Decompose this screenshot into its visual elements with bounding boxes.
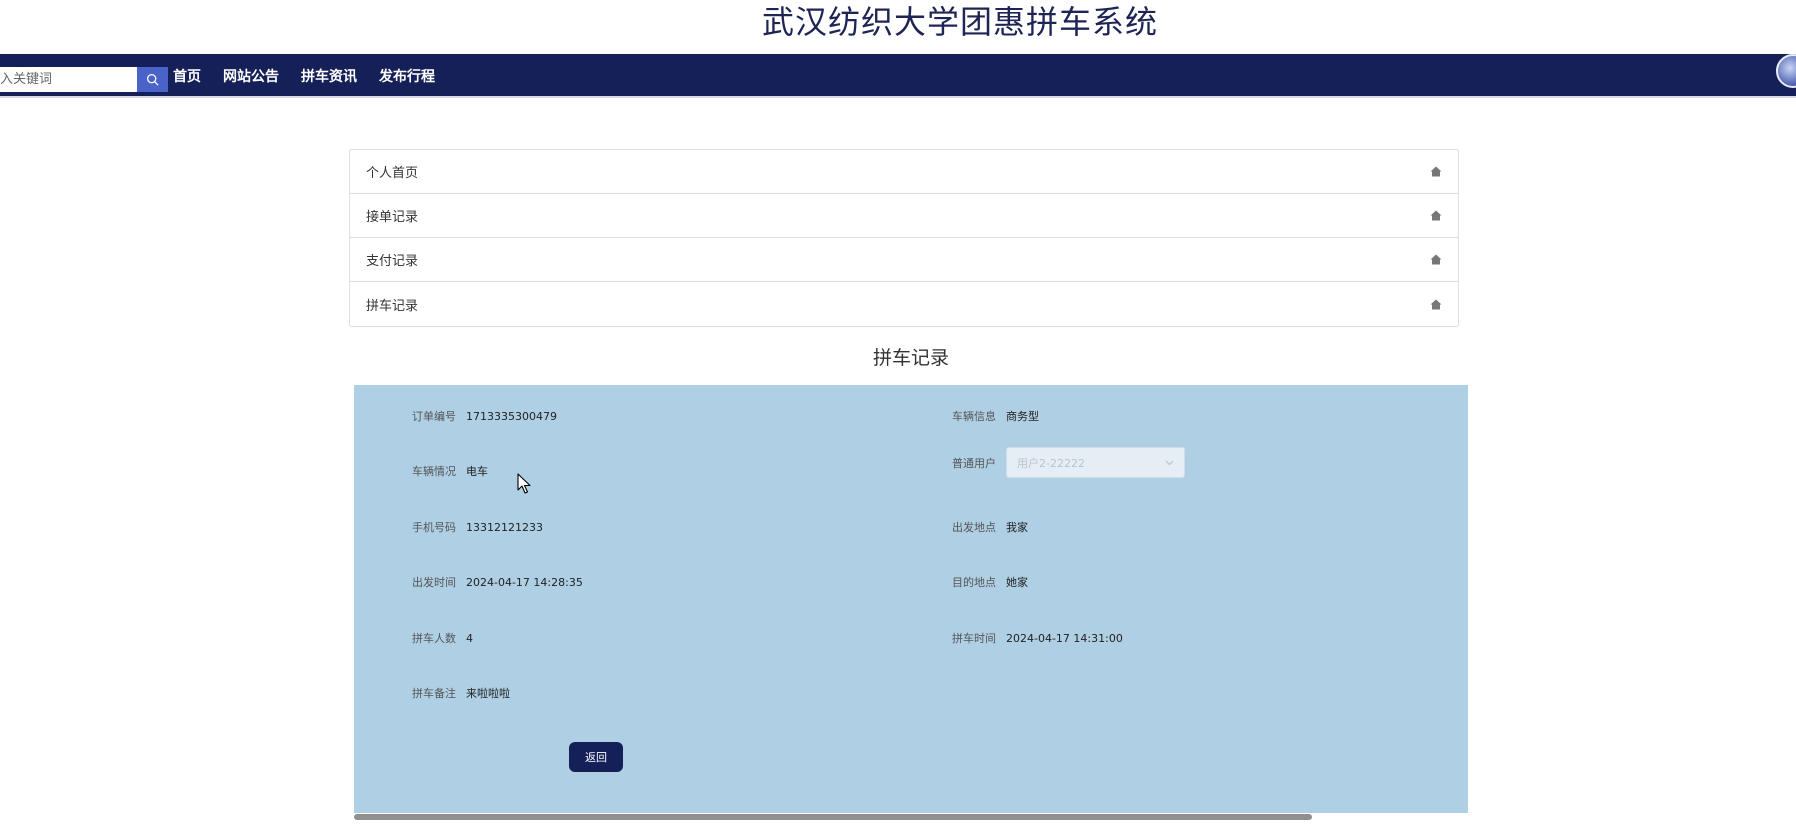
chevron-down-icon bbox=[1165, 460, 1174, 465]
field-label: 拼车时间 bbox=[952, 632, 996, 645]
menu-item-payment-records[interactable]: 支付记录 bbox=[350, 238, 1458, 282]
mouse-cursor-icon bbox=[517, 473, 531, 494]
menu-item-label: 拼车记录 bbox=[366, 298, 419, 314]
user-select[interactable]: 用户2-22222 bbox=[1006, 447, 1185, 478]
nav-item-announcements[interactable]: 网站公告 bbox=[223, 66, 279, 86]
field-label: 订单编号 bbox=[412, 410, 456, 423]
field-label: 拼车备注 bbox=[412, 687, 456, 700]
field-value: 13312121233 bbox=[466, 520, 543, 534]
nav-item-home[interactable]: 首页 bbox=[173, 66, 201, 86]
field-value: 2024-04-17 14:28:35 bbox=[466, 575, 583, 589]
nav-item-carpool-news[interactable]: 拼车资讯 bbox=[301, 66, 357, 86]
nav-menu: 首页 网站公告 拼车资讯 发布行程 bbox=[173, 54, 457, 98]
field-carpool-time: 拼车时间 2024-04-17 14:31:00 bbox=[952, 628, 1123, 648]
menu-item-label: 支付记录 bbox=[366, 254, 419, 269]
field-label: 出发地点 bbox=[952, 521, 996, 534]
field-label: 车辆信息 bbox=[952, 410, 996, 423]
horizontal-scrollbar[interactable] bbox=[354, 814, 1312, 820]
user-center-menu: 个人首页 接单记录 支付记录 拼车记录 bbox=[349, 149, 1459, 327]
user-avatar[interactable] bbox=[1776, 54, 1796, 88]
field-label: 手机号码 bbox=[412, 521, 456, 534]
field-value: 我家 bbox=[1006, 521, 1028, 534]
search-input[interactable] bbox=[0, 67, 137, 92]
field-label: 车辆情况 bbox=[412, 465, 456, 478]
field-value: 来啦啦啦 bbox=[466, 687, 510, 700]
search-button[interactable] bbox=[137, 67, 168, 92]
top-navbar: 首页 网站公告 拼车资讯 发布行程 bbox=[0, 54, 1796, 98]
field-value: 2024-04-17 14:31:00 bbox=[1006, 631, 1123, 645]
field-label: 拼车人数 bbox=[412, 632, 456, 645]
field-remark: 拼车备注 来啦啦啦 bbox=[412, 683, 510, 703]
field-value: 她家 bbox=[1006, 576, 1028, 589]
field-departure-time: 出发时间 2024-04-17 14:28:35 bbox=[412, 572, 583, 592]
field-vehicle-info: 车辆信息 商务型 bbox=[952, 406, 1039, 426]
field-label: 出发时间 bbox=[412, 576, 456, 589]
field-value: 电车 bbox=[466, 465, 488, 478]
menu-item-label: 接单记录 bbox=[366, 210, 419, 225]
search-icon bbox=[146, 73, 159, 86]
section-title: 拼车记录 bbox=[872, 347, 949, 369]
menu-item-label: 个人首页 bbox=[366, 166, 419, 181]
field-destination: 目的地点 她家 bbox=[952, 572, 1028, 592]
field-passengers: 拼车人数 4 bbox=[412, 628, 473, 648]
home-icon bbox=[1430, 166, 1442, 177]
menu-item-order-records[interactable]: 接单记录 bbox=[350, 194, 1458, 238]
user-select-value: 用户2-22222 bbox=[1017, 456, 1085, 470]
search-box bbox=[0, 67, 168, 92]
nav-item-publish-trip[interactable]: 发布行程 bbox=[379, 66, 435, 86]
site-title: 武汉纺织大学团惠拼车系统 bbox=[761, 3, 1158, 41]
field-label: 普通用户 bbox=[952, 456, 996, 470]
carpool-detail-panel: 订单编号 1713335300479 车辆情况 电车 手机号码 13312121… bbox=[354, 385, 1468, 813]
home-icon bbox=[1430, 254, 1442, 265]
menu-item-personal-home[interactable]: 个人首页 bbox=[350, 150, 1458, 194]
back-button[interactable]: 返回 bbox=[569, 742, 623, 772]
field-order-no: 订单编号 1713335300479 bbox=[412, 406, 557, 426]
field-value: 1713335300479 bbox=[466, 409, 557, 423]
menu-item-carpool-records[interactable]: 拼车记录 bbox=[350, 282, 1458, 326]
field-value: 4 bbox=[466, 631, 473, 645]
field-departure-place: 出发地点 我家 bbox=[952, 517, 1028, 537]
home-icon bbox=[1430, 210, 1442, 221]
field-user: 普通用户 用户2-22222 bbox=[952, 447, 1185, 478]
field-label: 目的地点 bbox=[952, 576, 996, 589]
home-icon bbox=[1430, 299, 1442, 309]
field-phone: 手机号码 13312121233 bbox=[412, 517, 543, 537]
field-value: 商务型 bbox=[1006, 410, 1039, 423]
field-vehicle-status: 车辆情况 电车 bbox=[412, 461, 488, 481]
